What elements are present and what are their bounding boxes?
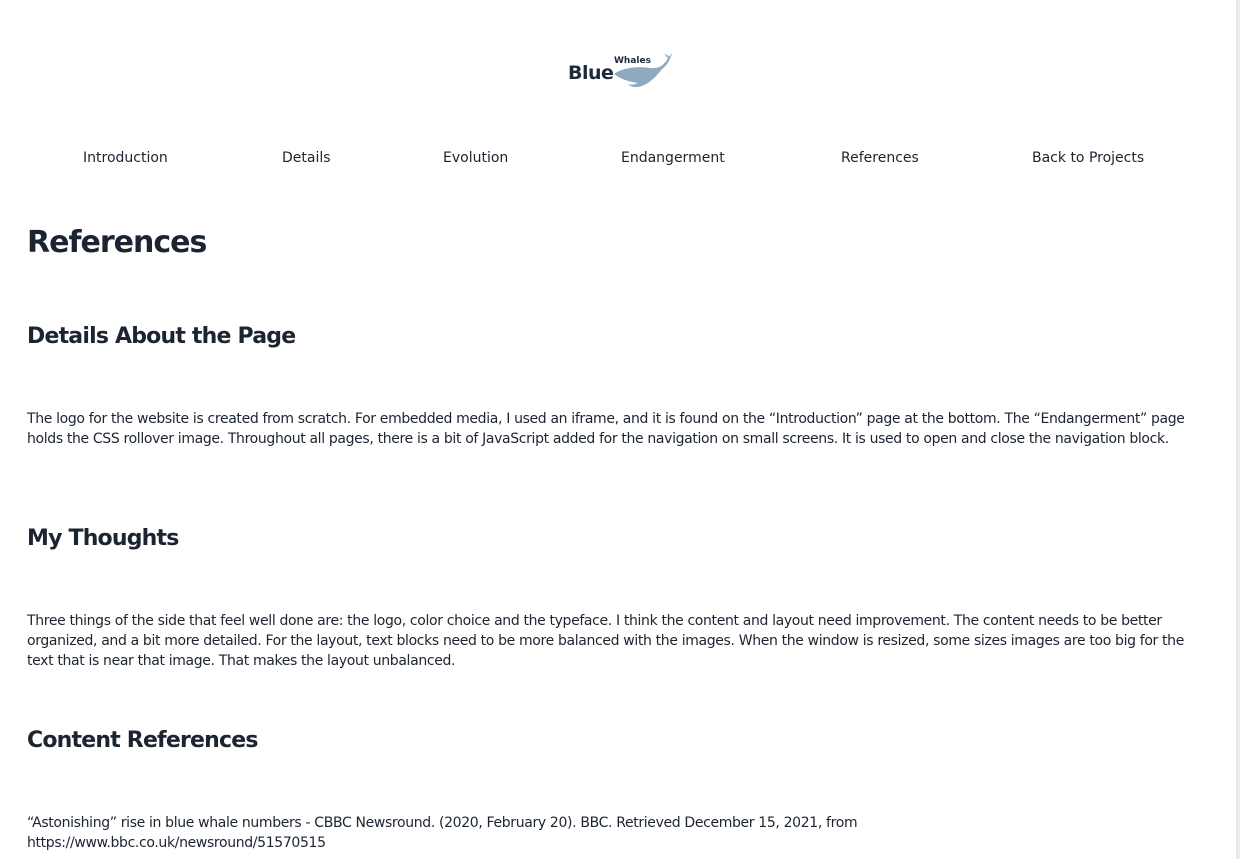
page-title: References xyxy=(27,225,207,260)
window-scrollbar[interactable] xyxy=(1236,0,1240,859)
site-logo[interactable]: Whales Blue xyxy=(568,50,672,92)
logo-text-blue: Blue xyxy=(568,62,614,84)
main-navigation: Introduction Details Evolution Endangerm… xyxy=(0,148,1236,172)
site-header: Whales Blue xyxy=(0,0,1240,110)
section-body-details-about-page: The logo for the website is created from… xyxy=(27,411,1185,447)
nav-link-introduction[interactable]: Introduction xyxy=(83,150,168,166)
section-heading-details-about-page: Details About the Page xyxy=(27,324,296,349)
nav-link-references[interactable]: References xyxy=(841,150,919,166)
logo-text-whales: Whales xyxy=(614,56,651,66)
nav-link-evolution[interactable]: Evolution xyxy=(443,150,508,166)
section-heading-my-thoughts: My Thoughts xyxy=(27,526,179,551)
nav-link-endangerment[interactable]: Endangerment xyxy=(621,150,725,166)
reference-entry: “Astonishing” rise in blue whale numbers… xyxy=(27,815,858,851)
nav-link-details[interactable]: Details xyxy=(282,150,331,166)
section-heading-content-references: Content References xyxy=(27,728,258,753)
nav-link-back-to-projects[interactable]: Back to Projects xyxy=(1032,150,1144,166)
section-body-my-thoughts: Three things of the side that feel well … xyxy=(27,613,1184,669)
